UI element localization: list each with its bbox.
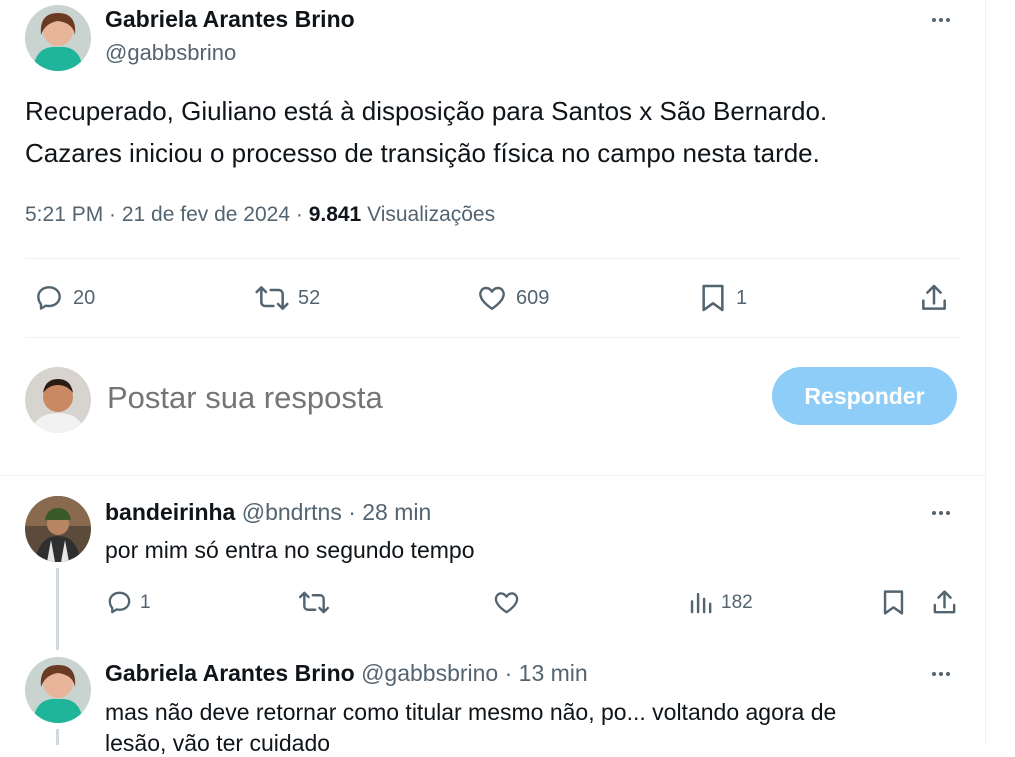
reply-time[interactable]: · 13 min: [498, 660, 588, 686]
share-icon: [933, 590, 956, 614]
retweet-icon: [255, 286, 289, 310]
like-action[interactable]: [492, 588, 521, 617]
share-action[interactable]: [918, 282, 950, 314]
reply-action[interactable]: 20: [33, 282, 95, 314]
reply-icon: [37, 286, 61, 310]
author-avatar[interactable]: [25, 5, 91, 71]
reply-author-name[interactable]: bandeirinha: [105, 499, 235, 525]
views-action[interactable]: 182: [686, 588, 753, 617]
reply-header: bandeirinha @bndrtns · 28 min: [105, 499, 431, 526]
reply-count: 1: [140, 591, 151, 613]
views-count: 9.841: [308, 203, 362, 226]
tweet-text-line2: Cazares iniciou o processo de transição …: [25, 138, 820, 168]
more-icon[interactable]: [932, 511, 950, 515]
reply-time[interactable]: · 28 min: [342, 499, 431, 525]
bookmark-action[interactable]: 1: [698, 282, 747, 314]
reply-author-name[interactable]: Gabriela Arantes Brino: [105, 660, 355, 686]
retweet-count: 52: [298, 286, 321, 309]
views-icon: [690, 592, 712, 614]
reply-avatar[interactable]: [25, 496, 91, 562]
reply-text-line1: mas não deve retornar como titular mesmo…: [105, 699, 837, 725]
section-divider: [0, 475, 985, 476]
bookmark-icon: [883, 590, 904, 615]
timeline-border: [985, 0, 986, 745]
reply-button[interactable]: Responder: [772, 367, 957, 425]
more-icon[interactable]: [932, 18, 950, 22]
reply-icon: [108, 591, 131, 614]
share-action[interactable]: [930, 588, 959, 617]
author-name[interactable]: Gabriela Arantes Brino: [105, 6, 355, 33]
tweet-timestamp[interactable]: 5:21 PM · 21 de fev de 2024 ·: [25, 203, 309, 226]
views-label: Visualizações: [361, 203, 496, 226]
author-handle[interactable]: @gabbsbrino: [105, 40, 236, 66]
like-icon: [494, 592, 519, 614]
bookmark-count: 1: [736, 286, 748, 309]
reply-action[interactable]: 1: [105, 588, 151, 617]
reply-author-handle[interactable]: @gabbsbrino: [361, 660, 498, 686]
divider: [25, 337, 960, 338]
retweet-action[interactable]: [298, 588, 330, 617]
reply-header: Gabriela Arantes Brino @gabbsbrino · 13 …: [105, 660, 588, 687]
share-icon: [922, 284, 946, 310]
retweet-icon: [298, 591, 330, 614]
reply-avatar[interactable]: [25, 657, 91, 723]
bookmark-icon: [702, 284, 724, 312]
reply-input[interactable]: [105, 376, 749, 420]
like-action[interactable]: 609: [476, 282, 549, 314]
like-icon: [479, 286, 505, 310]
thread-line: [56, 568, 59, 650]
reply-author-handle[interactable]: @bndrtns: [242, 499, 342, 525]
bookmark-action[interactable]: [880, 588, 907, 617]
retweet-action[interactable]: 52: [254, 282, 320, 314]
more-icon[interactable]: [932, 672, 950, 676]
reply-text: por mim só entra no segundo tempo: [105, 537, 475, 563]
like-count: 609: [516, 286, 550, 309]
tweet-text-line1: Recuperado, Giuliano está à disposição p…: [25, 96, 828, 126]
tweet-meta: 5:21 PM · 21 de fev de 2024 · 9.841 Visu…: [25, 203, 495, 227]
current-user-avatar[interactable]: [25, 367, 91, 433]
divider: [25, 258, 960, 259]
reply-text-line2: lesão, vão ter cuidado: [105, 730, 331, 756]
thread-line: [56, 729, 59, 745]
views-count: 182: [721, 591, 753, 613]
reply-count: 20: [73, 286, 96, 309]
